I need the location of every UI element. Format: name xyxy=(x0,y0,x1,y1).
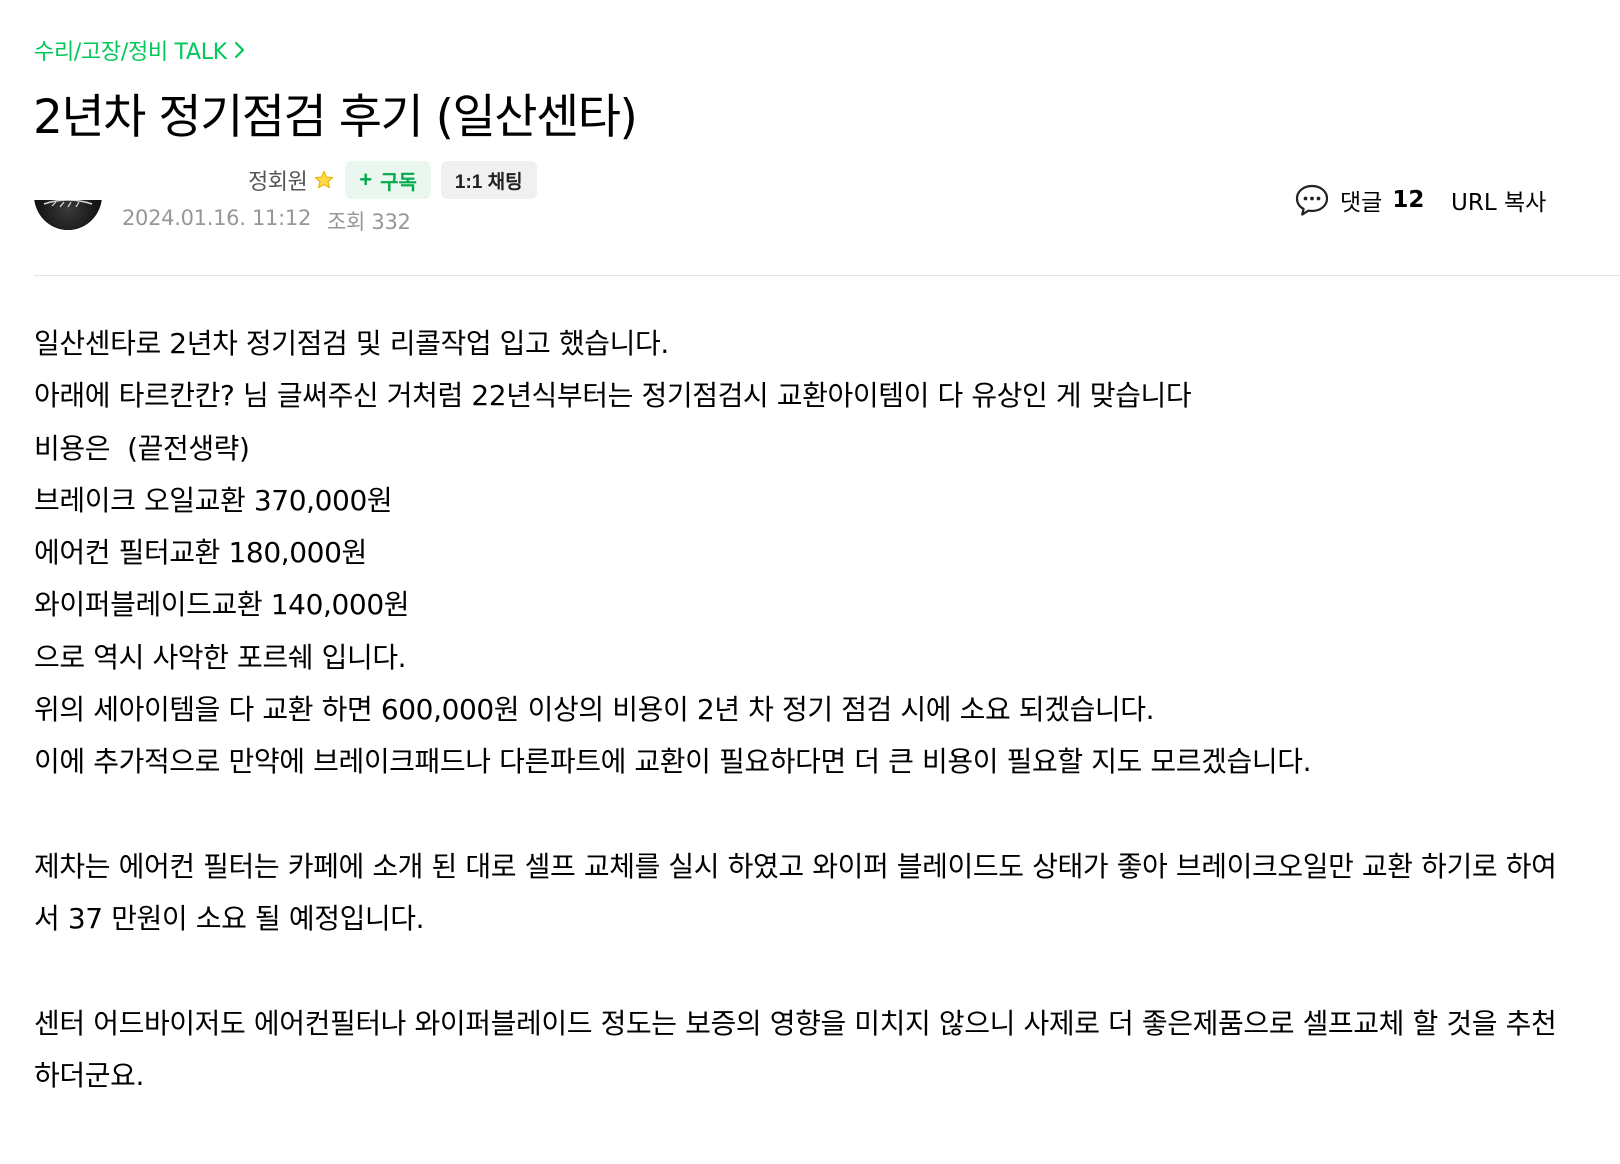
post-meta: 2024.01.16. 11:12 조회 332 xyxy=(122,206,411,236)
content-line: 아래에 타르칸칸? 님 글써주신 거처럼 22년식부터는 정기점검시 교환아이템… xyxy=(34,379,1192,413)
content-line: 위의 세아이템을 다 교환 하면 600,000원 이상의 비용이 2년 차 정… xyxy=(34,693,1155,727)
content-paragraph: 센터 어드바이저도 에어컨필터나 와이퍼블레이드 정도는 보증의 영향을 미치지… xyxy=(34,1006,1557,1093)
subscribe-button[interactable]: + 구독 xyxy=(345,161,431,199)
avatar-image xyxy=(34,200,102,230)
avatar[interactable] xyxy=(34,200,102,230)
content-line: 브레이크 오일교환 370,000원 xyxy=(34,483,393,517)
speech-bubble-icon xyxy=(1295,184,1329,216)
header-divider xyxy=(34,275,1620,276)
url-copy-button[interactable]: URL 복사 xyxy=(1451,183,1546,217)
content-line: 이에 추가적으로 만약에 브레이크패드나 다른파트에 교환이 필요하다면 더 큰… xyxy=(34,745,1312,779)
view-count: 조회 332 xyxy=(327,210,411,234)
chat-label: 1:1 채팅 xyxy=(454,171,523,193)
content-line: 으로 역시 사악한 포르쉐 입니다. xyxy=(34,640,407,674)
author-name[interactable]: 정회원 xyxy=(248,164,308,196)
post-content: 일산센타로 2년차 정기점검 및 리콜작업 입고 했습니다. 아래에 타르칸칸?… xyxy=(34,318,1574,1102)
comment-label: 댓글 xyxy=(1340,190,1383,216)
content-line: 에어컨 필터교환 180,000원 xyxy=(34,536,367,570)
comment-count: 12 xyxy=(1392,187,1425,213)
board-link[interactable]: 수리/고장/정비 TALK xyxy=(34,34,247,66)
comment-button[interactable]: 댓글 12 xyxy=(1294,182,1424,218)
content-line: 비용은 (끝전생략) xyxy=(34,431,250,465)
plus-icon: + xyxy=(359,167,373,192)
subscribe-label: 구독 xyxy=(380,171,417,194)
author-row: 정회원 + 구독 1:1 채팅 xyxy=(248,161,537,199)
content-line: 일산센타로 2년차 정기점검 및 리콜작업 입고 했습니다. xyxy=(34,327,669,360)
post-page: 수리/고장/정비 TALK 2년차 정기점검 후기 (일산센타) 정회원 + 구… xyxy=(0,0,1620,1164)
board-name[interactable]: 수리/고장/정비 TALK xyxy=(34,34,227,66)
star-icon xyxy=(314,170,334,189)
content-line: 와이퍼블레이드교환 140,000원 xyxy=(34,588,410,622)
content-paragraph: 제차는 에어컨 필터는 카페에 소개 된 대로 셀프 교체를 실시 하였고 와이… xyxy=(34,849,1557,936)
chat-button[interactable]: 1:1 채팅 xyxy=(440,161,537,199)
chevron-right-icon xyxy=(234,41,244,59)
post-title: 2년차 정기점검 후기 (일산센타) xyxy=(33,90,638,145)
post-date: 2024.01.16. 11:12 xyxy=(122,206,312,230)
